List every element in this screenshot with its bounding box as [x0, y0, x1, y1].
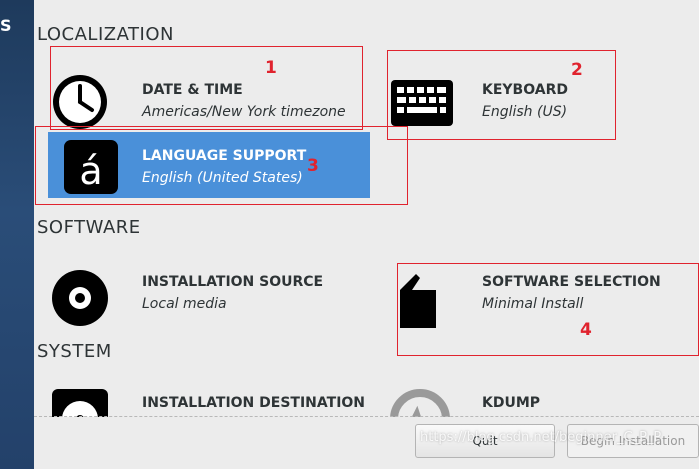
spoke-installation-source[interactable]: INSTALLATION SOURCE Local media: [34, 258, 364, 326]
sidebar: S: [0, 0, 34, 469]
footer-separator: [34, 416, 699, 417]
section-title-software: SOFTWARE: [37, 217, 141, 238]
harddisk-icon: [50, 389, 110, 417]
spoke-title: INSTALLATION SOURCE: [142, 274, 324, 290]
spoke-title: INSTALLATION DESTINATION: [142, 395, 364, 411]
disc-icon: [50, 266, 110, 326]
section-title-system: SYSTEM: [37, 341, 112, 362]
spoke-installation-destination[interactable]: INSTALLATION DESTINATION: [34, 381, 364, 417]
kdump-icon: [390, 389, 450, 417]
annotation-number-4: 4: [580, 320, 592, 340]
annotation-number-3: 3: [307, 156, 319, 176]
spoke-kdump[interactable]: KDUMP: [374, 381, 699, 417]
spoke-status: Local media: [142, 296, 227, 312]
annotation-box-1: [50, 46, 363, 130]
sidebar-logo: S: [0, 16, 13, 35]
spoke-title: KDUMP: [482, 395, 541, 411]
annotation-box-3: [35, 126, 408, 205]
annotation-number-2: 2: [571, 60, 583, 80]
annotation-box-4: [397, 263, 699, 356]
watermark: https://blog.csdn.net/beginner_C_P_P: [420, 430, 662, 445]
annotation-number-1: 1: [265, 58, 277, 78]
section-title-localization: LOCALIZATION: [37, 24, 174, 45]
